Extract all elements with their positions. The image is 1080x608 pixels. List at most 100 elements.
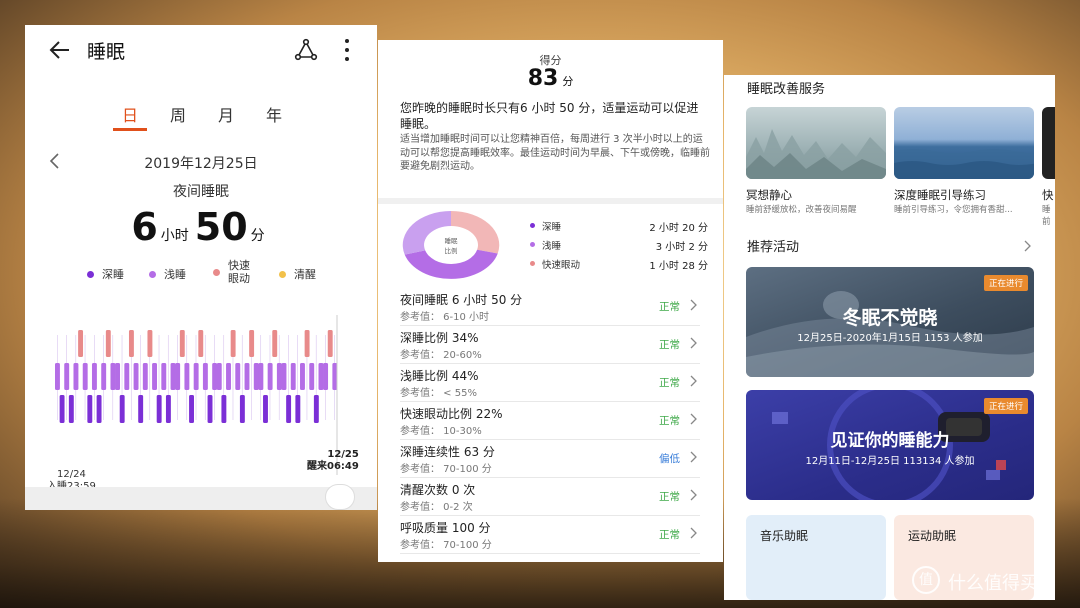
stage-segment-light [226,363,231,390]
stage-segment-light [91,363,97,390]
tab-week[interactable]: 周 [167,102,189,126]
stage-segment-light [193,363,199,390]
hours-unit: 小时 [160,228,189,244]
site-watermark: 值 什么值得买 [912,566,1080,596]
sleep-score: 83 分 [378,66,723,91]
sleep-ratio-donut: 睡眠 比例 [402,211,500,279]
stage-legend: 深睡 浅睡 快速眼动 清醒 [87,259,357,287]
stage-segment-light [318,363,324,390]
sleep-type-label: 夜间睡眠 [173,184,229,200]
stage-segment-light [212,363,218,390]
chevron-right-icon [690,299,697,311]
service-desc: 睡前引导练习，令您拥有香甜... [894,205,1013,215]
stage-segment-deep [96,395,102,423]
activity-title: 冬眠不觉晓 [842,307,938,329]
stage-segment-light [175,363,181,390]
period-tabs: 日 周 月 年 [111,102,291,131]
stage-segment-light [309,363,315,390]
metric-status: 正常 [659,301,680,313]
card-title: 运动助眠 [908,529,957,543]
stage-segment-light [281,363,287,390]
score-value: 83 [527,66,559,91]
card-title: 音乐助眠 [760,529,809,543]
current-date: 2019年12月25日 [144,156,258,172]
activity-subtitle: 12月25日-2020年1月15日 1153 人参加 [797,333,983,344]
metric-row[interactable]: 深睡比例 34% 参考值： 20-60% 正常 [400,326,700,364]
metric-row[interactable]: 快速眼动比例 22% 参考值： 10-30% 正常 [400,402,700,440]
stage-segment-light [73,363,79,390]
stage-segment-deep [68,395,74,423]
donut-label: 比例 [445,246,458,255]
tab-year[interactable]: 年 [263,102,285,126]
metric-status: 偏低 [659,453,680,465]
watermark-text: 什么值得买 [948,573,1038,594]
activity-title: 见证你的睡能力 [830,431,950,451]
timeline-scroll-handle[interactable] [325,484,355,510]
stage-segment-rem [198,330,204,357]
duration-hours: 6 [131,205,158,249]
end-date: 12/25 [327,449,359,460]
stage-segment-light [64,363,70,390]
service-desc: 睡前舒缓放松，改善夜间易醒 [746,205,857,215]
stage-segment-deep [189,395,194,423]
legend-deep: 深睡 [87,266,124,282]
ocean-image [894,149,1034,179]
stage-segment-rem [105,330,111,357]
more-options-icon[interactable] [339,35,355,65]
stage-segment-light [124,363,130,390]
stage-segment-deep [295,395,301,423]
stage-segment-light [258,363,264,390]
chevron-right-icon [690,451,697,463]
chevron-right-icon [690,413,697,425]
top-bar: 睡眠 [25,25,377,73]
stage-segment-deep [207,395,213,423]
light-dot-icon [530,242,535,247]
stage-segment-rem [179,330,185,357]
stage-segment-light [142,363,148,390]
chevron-right-icon[interactable] [1022,239,1032,253]
chevron-right-icon [690,527,697,539]
stage-segment-light [184,363,190,390]
metric-row[interactable]: 浅睡比例 44% 参考值： < 55% 正常 [400,364,700,402]
service-card-meditation[interactable] [746,107,886,179]
score-unit: 分 [562,75,574,88]
sleep-services-panel: 睡眠改善服务 冥想静心 睡前舒缓放松，改善夜间易醒 深度睡眠引导练习 睡前引导练… [724,75,1055,600]
legend-awake: 清醒 [279,266,316,282]
music-sleep-card[interactable]: 音乐助眠 [746,515,886,600]
stage-segment-light [290,363,296,390]
stage-segment-deep [156,395,162,423]
service-card-deep-sleep[interactable] [894,107,1034,179]
start-date: 12/24 [57,469,86,480]
stage-segment-light [253,363,259,390]
active-tab-indicator [113,128,147,131]
activity-card-sleep-ability[interactable]: 正在进行 见证你的睡能力 12月11日-12月25日 113134 人参加 [746,390,1034,500]
share-icon[interactable] [293,37,319,63]
metric-row[interactable]: 夜间睡眠 6 小时 50 分参考值： 6-10 小时 正常 [400,288,700,326]
page-title: 睡眠 [87,41,126,63]
metric-status: 正常 [659,491,680,503]
metric-row[interactable]: 深睡连续性 63 分参考值： 70-100 分 偏低 [400,440,700,478]
chevron-right-icon [690,489,697,501]
metric-status: 正常 [659,529,680,541]
service-card-partial[interactable] [1042,107,1055,179]
service-title: 快 [1042,188,1054,202]
chevron-right-icon [690,375,697,387]
legend-rem: 快速眼动 [213,259,254,285]
back-arrow-icon[interactable] [47,37,73,63]
ratio-row-rem: 快速眼动 1 小时 28 分 [528,256,708,272]
stage-segment-light [133,363,139,390]
rem-dot-icon [213,268,220,276]
sleep-end: 12/25 醒来06:49 [307,449,359,473]
stage-segment-deep [313,395,319,423]
tab-month[interactable]: 月 [215,102,237,126]
tab-day[interactable]: 日 [119,102,141,126]
metric-row[interactable]: 清醒次数 0 次参考值： 0-2 次 正常 [400,478,700,516]
status-badge: 正在进行 [983,398,1028,414]
legend-light: 浅睡 [149,266,186,282]
metric-row[interactable]: 呼吸质量 100 分参考值： 70-100 分 正常 [400,516,700,554]
stage-segment-deep [59,395,65,423]
activity-card-hibernate[interactable]: 正在进行 冬眠不觉晓 12月25日-2020年1月15日 1153 人参加 [746,267,1034,377]
ratio-row-deep: 深睡 2 小时 20 分 [528,218,708,234]
stage-segment-deep [119,395,125,423]
service-desc: 睡前 [1042,205,1051,227]
